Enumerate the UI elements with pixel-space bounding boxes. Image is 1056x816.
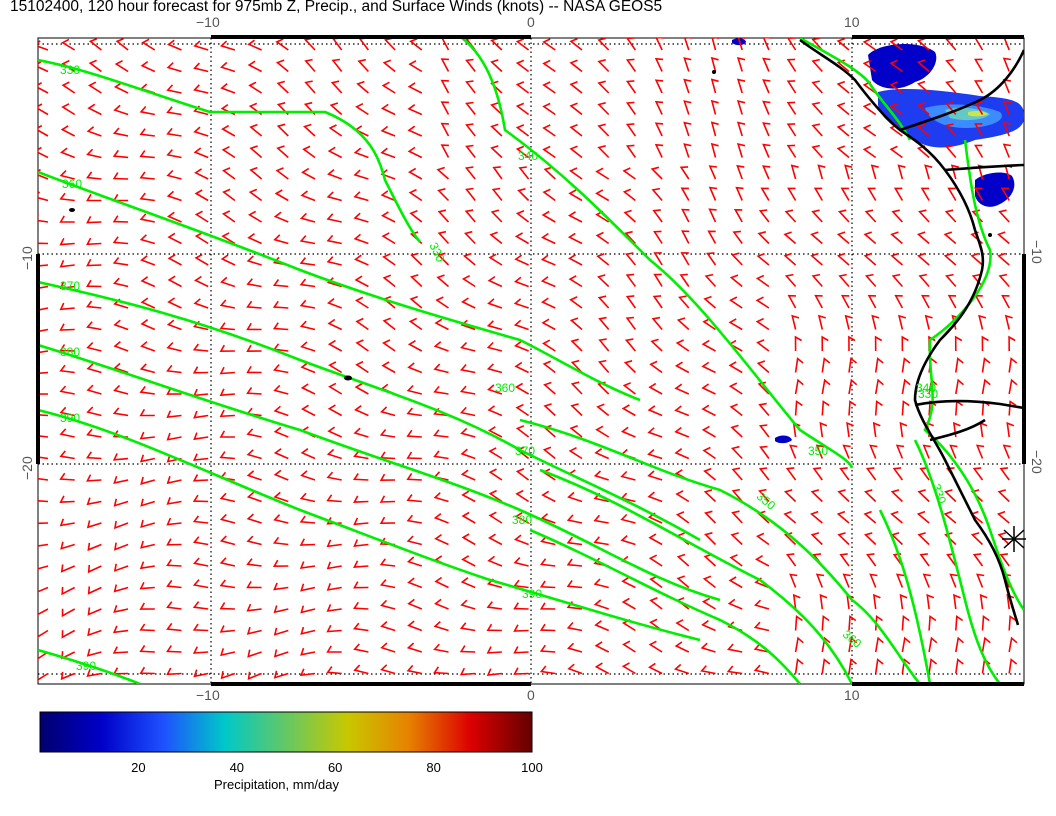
- contour-label: 380: [512, 513, 532, 527]
- bottom-bar: [852, 682, 1024, 686]
- contour-label: 350: [808, 444, 828, 458]
- colorbar-tick-label: 100: [521, 760, 543, 775]
- colorbar-tick-label: 40: [230, 760, 244, 775]
- lat-tick-label-left: −10: [19, 246, 35, 270]
- lon-tick-label-bottom: 10: [844, 687, 860, 703]
- lon-tick-label-bottom: 0: [527, 687, 535, 703]
- top-bar: [211, 35, 531, 39]
- contour-label: 390: [522, 587, 542, 601]
- island: [69, 208, 75, 212]
- colorbar-title: Precipitation, mm/day: [214, 777, 339, 792]
- colorbar-tick-label: 20: [131, 760, 145, 775]
- forecast-map: 330 360 370 380 390 330 340 350 360 370 …: [19, 14, 1045, 792]
- lat-tick-label-right: −20: [1029, 450, 1045, 474]
- lon-tick-label-top: 10: [844, 14, 860, 30]
- bottom-bar: [211, 682, 531, 686]
- colorbar-tick-label: 80: [426, 760, 440, 775]
- island: [988, 233, 992, 237]
- lon-tick-label-top: −10: [196, 14, 220, 30]
- island: [344, 375, 352, 381]
- contour-label: 360: [62, 177, 82, 191]
- contour-label: 330: [60, 63, 80, 77]
- contour-label: 390: [60, 411, 80, 425]
- contour-label: 330: [918, 387, 938, 401]
- colorbar-tick-label: 60: [328, 760, 342, 775]
- contour-label: 340: [518, 149, 538, 163]
- lon-tick-label-bottom: −10: [196, 687, 220, 703]
- lat-tick-label-right: −10: [1029, 240, 1045, 264]
- contour-label: 370: [515, 444, 535, 458]
- lat-tick-label-left: −20: [19, 456, 35, 480]
- colorbar-ticks: 20 40 60 80 100: [131, 760, 543, 775]
- contour-label: 390: [76, 659, 96, 673]
- lon-tick-label-top: 0: [527, 14, 535, 30]
- contour-label: 380: [60, 345, 80, 359]
- top-bar: [852, 35, 1024, 39]
- left-bar: [36, 254, 40, 464]
- right-bar: [1022, 254, 1026, 464]
- colorbar-ramp: [39, 711, 533, 753]
- contour-label: 370: [60, 279, 80, 293]
- island: [712, 70, 716, 74]
- precip-colorbar: 20 40 60 80 100 Precipitation, mm/day: [39, 711, 543, 792]
- contour-label: 360: [495, 381, 515, 395]
